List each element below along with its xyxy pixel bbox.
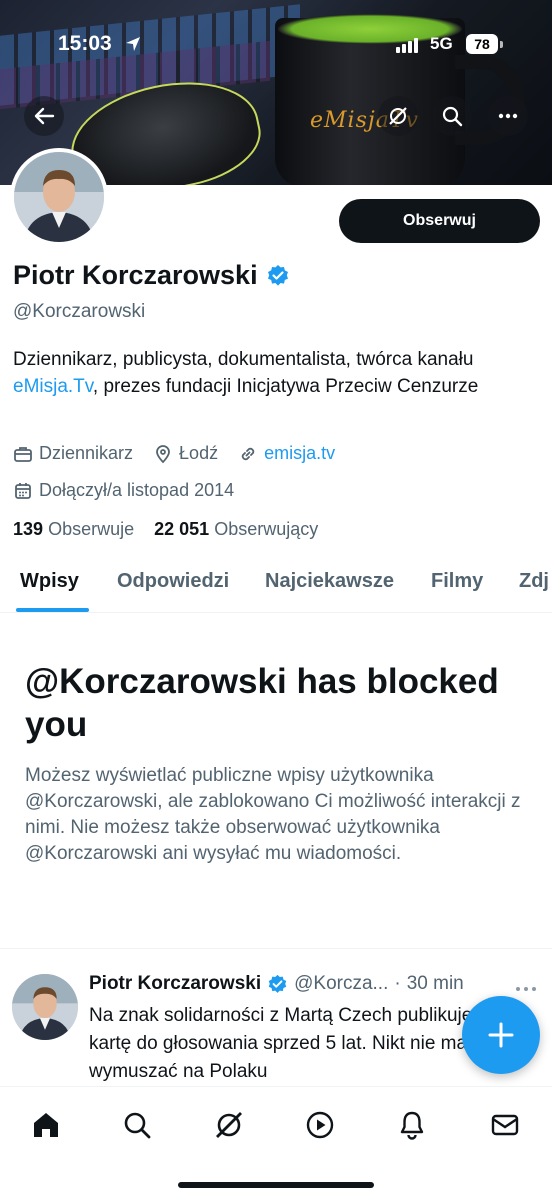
network-type: 5G [430, 34, 453, 53]
blocked-title: @Korczarowski has blocked you [25, 662, 499, 744]
nav-video[interactable] [298, 1103, 342, 1147]
tweet-separator: · [394, 973, 401, 994]
tweet-author[interactable]: Piotr Korczarowski [89, 973, 261, 995]
bio-text-2: , prezes fundacji Inicjatywa Przeciw Cen… [92, 376, 479, 397]
tweet-avatar[interactable] [12, 974, 78, 1040]
link-icon [241, 447, 255, 460]
joined-row: Dołączył/a listopad 2014 [13, 480, 254, 501]
nav-messages[interactable] [483, 1103, 527, 1147]
tab-posts[interactable]: Wpisy [20, 570, 79, 593]
following-count: 139 [13, 519, 44, 539]
calendar-icon [15, 482, 31, 499]
location-text: Łodź [179, 443, 219, 463]
bell-icon [400, 1111, 424, 1140]
tab-photos[interactable]: Zdj [519, 570, 549, 593]
following-label: Obserwuje [48, 519, 135, 539]
tweet-handle: @Korcza... [294, 973, 389, 994]
home-indicator [178, 1182, 374, 1188]
divider [0, 948, 552, 949]
following-link[interactable]: 139 Obserwuje [13, 519, 134, 539]
signal-icon [396, 38, 418, 53]
arrow-left-icon [34, 107, 55, 125]
tab-replies[interactable]: Odpowiedzi [117, 570, 229, 593]
profession-item: Dziennikarz [13, 443, 133, 464]
nav-home[interactable] [24, 1103, 68, 1147]
mail-icon [491, 1114, 519, 1136]
profile-name: Piotr Korczarowski [13, 260, 258, 290]
home-icon [34, 1113, 58, 1137]
profile-avatar[interactable] [10, 148, 108, 246]
joined-item: Dołączył/a listopad 2014 [13, 480, 234, 501]
grok-icon [389, 107, 407, 125]
battery-level: 78 [466, 34, 498, 54]
verified-badge-icon[interactable] [266, 264, 290, 288]
verified-badge-icon [268, 974, 287, 993]
profile-handle: @Korczarowski [13, 301, 146, 322]
grok-button[interactable] [378, 96, 418, 136]
profile-tabs: Wpisy Odpowiedzi Najciekawsze Filmy Zdj [0, 560, 552, 613]
nav-notifications[interactable] [390, 1103, 434, 1147]
profile-name-row: Piotr Korczarowski [13, 260, 290, 291]
profile-meta-row: Dziennikarz Łodź emisja.tv [13, 443, 355, 464]
tweet-time: 30 min [406, 973, 464, 994]
website-link[interactable]: emisja.tv [264, 443, 335, 464]
plus-icon [488, 1022, 514, 1048]
tab-highlights[interactable]: Najciekawsze [265, 570, 394, 593]
location-arrow-icon [124, 35, 142, 58]
followers-label: Obserwujący [214, 519, 319, 539]
more-icon [516, 987, 536, 991]
more-icon [498, 113, 518, 119]
tweet-more-button[interactable] [515, 980, 537, 998]
bio-text-1: Dziennikarz, publicysta, dokumentalista,… [13, 349, 474, 370]
location-item: Łodź [153, 443, 218, 464]
grok-icon [216, 1112, 242, 1138]
follow-button[interactable]: Obserwuj [339, 199, 540, 243]
followers-count: 22 051 [154, 519, 210, 539]
status-bar: 15:03 5G 78 [0, 28, 552, 62]
tweet-header: Piotr Korczarowski @Korcza... · 30 min [89, 973, 464, 995]
battery-tip [500, 41, 503, 48]
compose-button[interactable] [462, 996, 540, 1074]
followers-link[interactable]: 22 051 Obserwujący [154, 519, 318, 539]
joined-text: Dołączył/a listopad 2014 [39, 480, 235, 500]
more-button[interactable] [488, 96, 528, 136]
status-time: 15:03 [58, 32, 112, 55]
search-icon [442, 106, 463, 127]
website-item[interactable]: emisja.tv [238, 443, 335, 464]
nav-search[interactable] [115, 1103, 159, 1147]
bio-link[interactable]: eMisja.Tv [13, 376, 93, 397]
nav-grok[interactable] [207, 1103, 251, 1147]
active-tab-indicator [16, 608, 89, 612]
play-icon [306, 1111, 334, 1139]
follow-counts: 139 Obserwuje 22 051 Obserwujący [13, 519, 318, 540]
search-icon [124, 1112, 151, 1139]
search-button[interactable] [432, 96, 472, 136]
tab-videos[interactable]: Filmy [431, 570, 483, 593]
profile-bio: Dziennikarz, publicysta, dokumentalista,… [13, 346, 533, 400]
back-button[interactable] [24, 96, 64, 136]
profession-text: Dziennikarz [39, 443, 134, 463]
location-pin-icon [156, 444, 170, 463]
briefcase-icon [14, 446, 32, 462]
blocked-description: Możesz wyświetlać publiczne wpisy użytko… [25, 765, 521, 864]
